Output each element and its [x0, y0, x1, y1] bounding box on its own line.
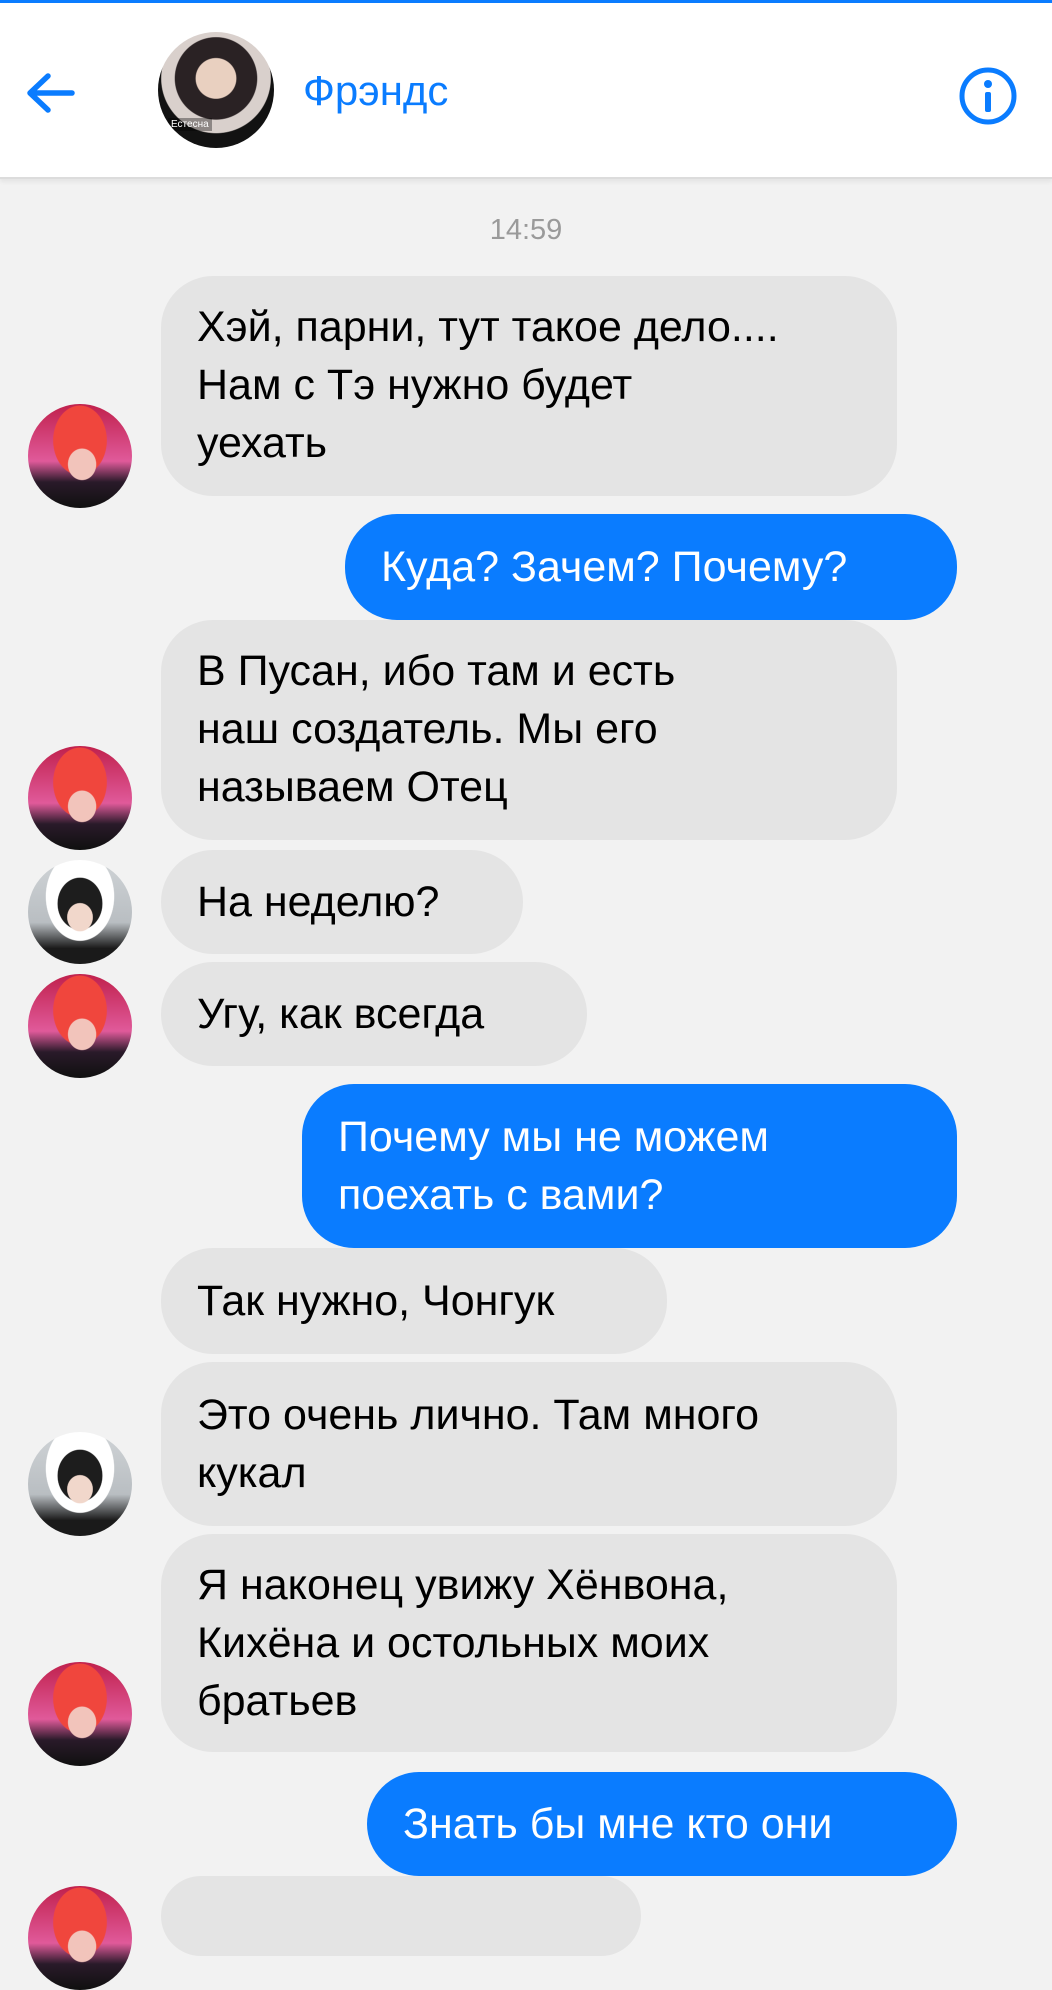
sender-avatar[interactable] [28, 974, 132, 1078]
message-text: Это очень лично. Там много кукал [197, 1391, 760, 1497]
message-bubble-incoming[interactable]: На неделю? [161, 850, 523, 954]
message-bubble-outgoing[interactable]: Знать бы мне кто они [367, 1772, 957, 1876]
sender-avatar[interactable] [28, 1662, 132, 1766]
info-button[interactable] [957, 65, 1019, 127]
chat-header: Естесна Фрэндс [0, 3, 1052, 179]
message-timestamp: 14:59 [489, 214, 563, 246]
message-text: Угу, как всегда [197, 990, 485, 1038]
message-bubble-incoming[interactable]: Я наконец увижу Хёнвона, Кихёна и остоль… [161, 1534, 897, 1752]
group-avatar[interactable]: Естесна [158, 32, 274, 148]
back-button[interactable] [22, 65, 78, 121]
info-circle-icon [959, 67, 1017, 125]
avatar-caption: Естесна [168, 118, 212, 131]
sender-avatar[interactable] [28, 746, 132, 850]
message-text: Так нужно, Чонгук [197, 1277, 555, 1325]
message-text: Я наконец увижу Хёнвона, Кихёна и остоль… [197, 1561, 729, 1725]
message-bubble-incoming[interactable]: Так нужно, Чонгук [161, 1248, 667, 1354]
sender-avatar[interactable] [28, 404, 132, 508]
message-bubble-outgoing[interactable]: Почему мы не можем поехать с вами? [302, 1084, 957, 1248]
message-bubble-incoming[interactable]: Это очень лично. Там много кукал [161, 1362, 897, 1526]
message-text: Почему мы не можем поехать с вами? [338, 1113, 769, 1219]
sender-avatar[interactable] [28, 860, 132, 964]
sender-avatar[interactable] [28, 1886, 132, 1990]
message-text: В Пусан, ибо там и есть наш создатель. М… [197, 647, 676, 811]
chat-title[interactable]: Фрэндс [303, 67, 448, 115]
message-text: Куда? Зачем? Почему? [381, 543, 848, 591]
arrow-left-icon [27, 73, 75, 113]
message-text: На неделю? [197, 878, 440, 926]
message-bubble-incoming[interactable]: Хэй, парни, тут такое дело.... Нам с Тэ … [161, 276, 897, 496]
message-bubble-outgoing[interactable]: Куда? Зачем? Почему? [345, 514, 957, 620]
message-bubble-incoming[interactable]: В Пусан, ибо там и есть наш создатель. М… [161, 620, 897, 840]
message-text: Хэй, парни, тут такое дело.... Нам с Тэ … [197, 303, 779, 467]
message-text: Знать бы мне кто они [403, 1800, 833, 1848]
sender-avatar[interactable] [28, 1432, 132, 1536]
message-bubble-incoming[interactable]: Угу, как всегда [161, 962, 587, 1066]
message-bubble-incoming-partial[interactable] [161, 1876, 641, 1956]
